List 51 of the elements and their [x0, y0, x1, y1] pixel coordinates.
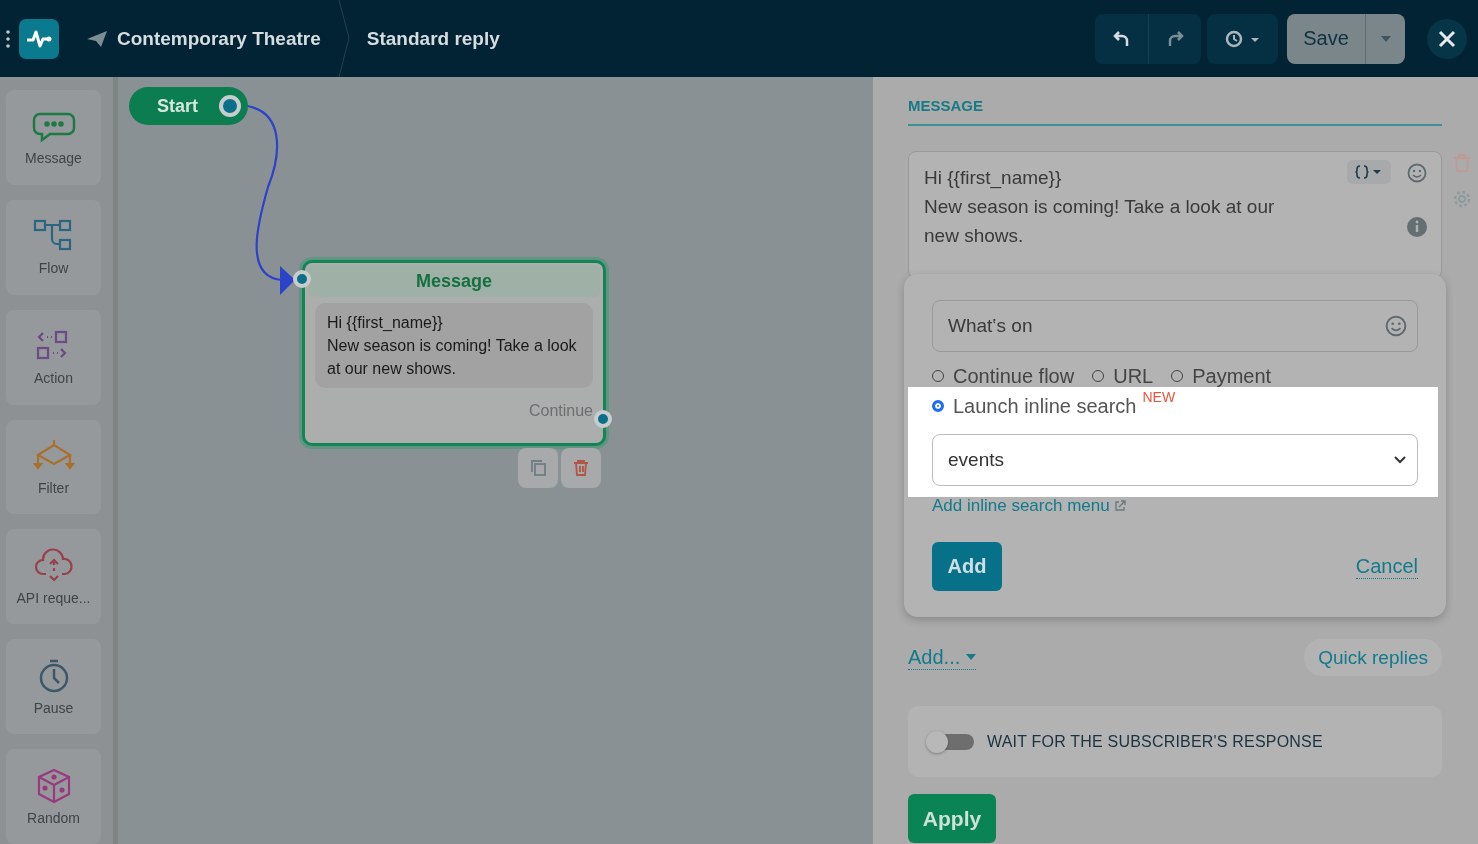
message-bubble: Hi {{first_name}} New season is coming! Take a look at our new shows. — [315, 303, 593, 388]
caret-icon — [1379, 35, 1392, 43]
menu-select[interactable]: events — [932, 434, 1418, 486]
sidebar-item[interactable]: Pause — [6, 639, 101, 735]
save-options-button[interactable] — [1365, 13, 1405, 64]
toggle-switch[interactable] — [928, 733, 974, 750]
cancel-link[interactable]: Cancel — [1355, 554, 1418, 579]
workspace-name[interactable]: Contemporary Theatre — [117, 27, 321, 50]
variable-button[interactable] — [1347, 160, 1391, 184]
flow-title: Standard reply — [366, 27, 500, 50]
braces-caret-icon — [1355, 165, 1383, 179]
input-port[interactable] — [293, 270, 311, 288]
sidebar-item[interactable]: Random — [6, 749, 101, 844]
copy-icon — [529, 459, 547, 477]
quick-replies-button[interactable]: Quick replies — [1304, 639, 1442, 676]
redo-button[interactable] — [1148, 13, 1201, 64]
sidebar-item[interactable]: Action — [6, 309, 101, 405]
save-button[interactable]: Save — [1287, 13, 1365, 64]
trash-icon — [572, 459, 590, 477]
section-title: MESSAGE — [908, 97, 1442, 126]
history-button[interactable] — [1207, 13, 1278, 64]
output-port[interactable] — [219, 95, 241, 117]
info-icon[interactable] — [1407, 217, 1427, 237]
message-node[interactable]: Message Hi {{first_name}} New season is coming! Take a look at our new shows. Continue — [302, 260, 606, 446]
more-icon[interactable] — [6, 29, 10, 48]
radio-option[interactable]: Continue flow — [932, 364, 1075, 388]
node-title: Message — [308, 265, 600, 297]
logo-icon[interactable] — [19, 18, 59, 59]
sidebar-item[interactable]: Filter — [6, 419, 101, 515]
chevron-down-icon — [1393, 455, 1407, 465]
apply-button[interactable]: Apply — [908, 794, 996, 843]
button-title-field[interactable]: What‛s on — [932, 300, 1418, 352]
delete-button[interactable] — [561, 448, 601, 488]
close-button[interactable] — [1427, 18, 1467, 59]
add-menu-link[interactable]: Add inline search menu — [932, 499, 1126, 513]
radio-option[interactable]: URL — [1092, 364, 1154, 388]
radio-option[interactable]: Payment — [1171, 364, 1272, 388]
external-link-icon — [1113, 500, 1126, 512]
emoji-icon[interactable] — [1407, 163, 1427, 183]
toggle-label: WAIT FOR THE SUBSCRIBER'S RESPONSE — [987, 732, 1323, 751]
sidebar-item[interactable]: API reque... — [6, 529, 101, 625]
start-node[interactable]: Start — [129, 87, 248, 125]
output-label: Continue — [528, 402, 593, 420]
caret-icon — [966, 654, 977, 660]
emoji-icon[interactable] — [1385, 315, 1407, 337]
add-dropdown[interactable]: Add... — [908, 645, 977, 670]
sidebar-item[interactable]: Flow — [6, 199, 101, 295]
add-button[interactable]: Add — [932, 542, 1002, 591]
close-icon — [1438, 29, 1456, 48]
send-icon — [86, 29, 108, 48]
sidebar-item[interactable]: Message — [6, 90, 101, 185]
